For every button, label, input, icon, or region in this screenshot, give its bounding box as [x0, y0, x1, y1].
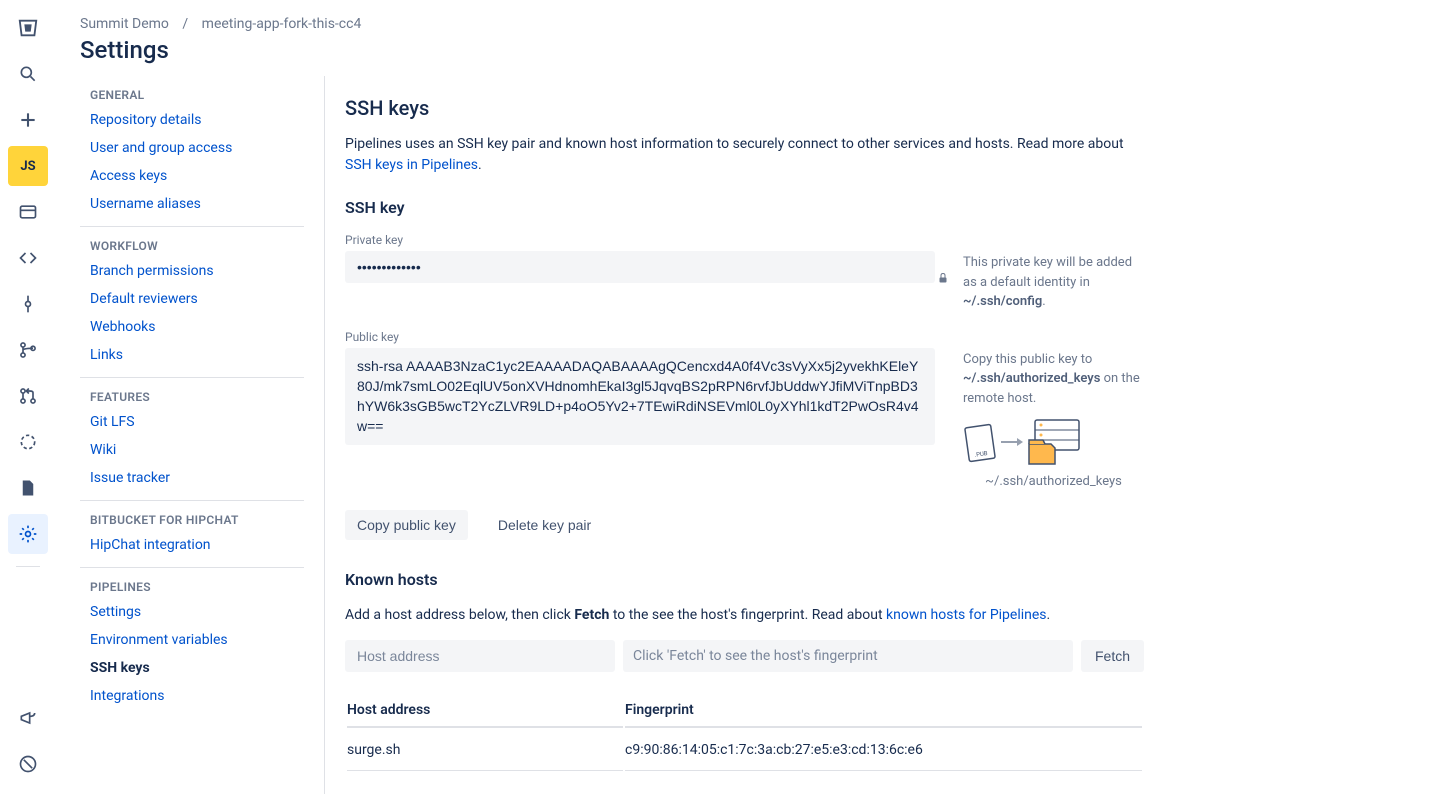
feedback-icon[interactable] — [8, 698, 48, 738]
nav-access-keys[interactable]: Access keys — [80, 162, 304, 190]
col-fingerprint: Fingerprint — [625, 694, 1142, 728]
breadcrumb-project[interactable]: Summit Demo — [80, 16, 169, 32]
delete-key-pair-button[interactable]: Delete key pair — [486, 510, 603, 540]
nav-ssh-keys[interactable]: SSH keys — [80, 654, 304, 682]
ssh-keys-title: SSH keys — [345, 96, 1144, 120]
nav-header-features: FEATURES — [80, 378, 304, 408]
ssh-key-section-title: SSH key — [345, 198, 1144, 217]
pull-requests-icon[interactable] — [8, 376, 48, 416]
branches-icon[interactable] — [8, 330, 48, 370]
host-cell: surge.sh — [347, 730, 623, 771]
nav-default-reviewers[interactable]: Default reviewers — [80, 285, 304, 313]
nav-pipelines-settings[interactable]: Settings — [80, 598, 304, 626]
authorized-keys-diagram: .PUB — [963, 418, 1144, 466]
private-key-field: ••••••••••••• — [345, 251, 935, 283]
breadcrumb: Summit Demo / meeting-app-fork-this-cc4 — [80, 16, 1411, 32]
nav-user-group-access[interactable]: User and group access — [80, 134, 304, 162]
col-host-address: Host address — [347, 694, 623, 728]
public-key-help: Copy this public key to ~/.ssh/authorize… — [963, 348, 1144, 492]
diagram-caption: ~/.ssh/authorized_keys — [963, 472, 1144, 492]
nav-username-aliases[interactable]: Username aliases — [80, 190, 304, 218]
host-address-input[interactable] — [345, 640, 615, 672]
nav-wiki[interactable]: Wiki — [80, 436, 304, 464]
copy-public-key-button[interactable]: Copy public key — [345, 510, 468, 540]
known-hosts-doc-link[interactable]: known hosts for Pipelines — [886, 607, 1047, 623]
nav-issue-tracker[interactable]: Issue tracker — [80, 464, 304, 492]
settings-sidebar: GENERAL Repository details User and grou… — [80, 76, 324, 794]
create-icon[interactable] — [8, 100, 48, 140]
source-icon[interactable] — [8, 238, 48, 278]
help-icon[interactable] — [8, 744, 48, 784]
nav-webhooks[interactable]: Webhooks — [80, 313, 304, 341]
public-key-field[interactable]: ssh-rsa AAAAB3NzaC1yc2EAAAADAQABAAAAgQCe… — [345, 348, 935, 445]
ssh-keys-doc-link[interactable]: SSH keys in Pipelines — [345, 157, 478, 173]
nav-links[interactable]: Links — [80, 341, 304, 369]
nav-git-lfs[interactable]: Git LFS — [80, 408, 304, 436]
known-hosts-table: Host address Fingerprint surge.sh c9:90:… — [345, 692, 1144, 773]
lock-icon — [937, 271, 949, 285]
private-key-help: This private key will be added as a defa… — [963, 251, 1144, 312]
nav-branch-permissions[interactable]: Branch permissions — [80, 257, 304, 285]
ssh-keys-description: Pipelines uses an SSH key pair and known… — [345, 134, 1125, 176]
nav-repository-details[interactable]: Repository details — [80, 106, 304, 134]
known-hosts-description: Add a host address below, then click Fet… — [345, 605, 1125, 626]
private-key-label: Private key — [345, 233, 1144, 247]
breadcrumb-repo[interactable]: meeting-app-fork-this-cc4 — [202, 16, 362, 32]
nav-integrations[interactable]: Integrations — [80, 682, 304, 710]
page-title: Settings — [80, 36, 1411, 64]
pipelines-icon[interactable] — [8, 422, 48, 462]
nav-header-hipchat: BITBUCKET FOR HIPCHAT — [80, 501, 304, 531]
global-nav-rail: JS — [0, 0, 56, 794]
nav-header-workflow: WORKFLOW — [80, 227, 304, 257]
bitbucket-logo-icon[interactable] — [8, 8, 48, 48]
fingerprint-display: Click 'Fetch' to see the host's fingerpr… — [623, 640, 1073, 672]
rail-divider — [16, 566, 40, 567]
search-icon[interactable] — [8, 54, 48, 94]
nav-header-general: GENERAL — [80, 76, 304, 106]
downloads-icon[interactable] — [8, 468, 48, 508]
fingerprint-cell: c9:90:86:14:05:c1:7c:3a:cb:27:e5:e3:cd:1… — [625, 730, 1142, 771]
nav-env-variables[interactable]: Environment variables — [80, 626, 304, 654]
nav-header-pipelines: PIPELINES — [80, 568, 304, 598]
known-hosts-title: Known hosts — [345, 570, 1144, 589]
table-row: surge.sh c9:90:86:14:05:c1:7c:3a:cb:27:e… — [347, 730, 1142, 771]
nav-hipchat-integration[interactable]: HipChat integration — [80, 531, 304, 559]
fetch-button[interactable]: Fetch — [1081, 640, 1144, 672]
public-key-label: Public key — [345, 330, 1144, 344]
commits-icon[interactable] — [8, 284, 48, 324]
settings-icon[interactable] — [8, 514, 48, 554]
overview-icon[interactable] — [8, 192, 48, 232]
detail-panel: SSH keys Pipelines uses an SSH key pair … — [324, 76, 1144, 794]
repo-avatar[interactable]: JS — [8, 146, 48, 186]
